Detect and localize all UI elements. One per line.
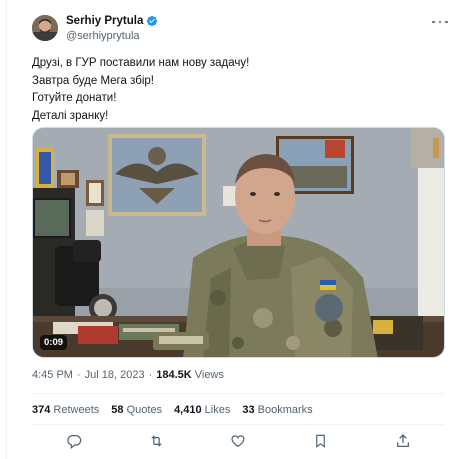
tweet-time[interactable]: 4:45 PM: [32, 369, 73, 381]
action-bar: [32, 430, 445, 452]
retweets-stat[interactable]: 374 Retweets: [32, 404, 99, 416]
tweet-line: Друзі, в ГУР поставили нам нову задачу!: [32, 57, 250, 69]
tweet-line: Готуйте донати!: [32, 92, 117, 104]
likes-label: Likes: [204, 404, 231, 416]
video-player[interactable]: 0:09: [32, 127, 445, 358]
reply-icon[interactable]: [65, 432, 83, 450]
bookmarks-label: Bookmarks: [257, 404, 313, 416]
author-handle[interactable]: @serhiyprytula: [66, 30, 140, 42]
tweet-text: Друзі, в ГУР поставили нам нову задачу! …: [32, 55, 442, 125]
bookmarks-stat[interactable]: 33 Bookmarks: [242, 404, 312, 416]
avatar[interactable]: [32, 15, 58, 41]
more-dot: [445, 20, 448, 24]
more-options-icon[interactable]: [432, 15, 448, 29]
share-icon[interactable]: [394, 432, 412, 450]
verified-badge-icon: [147, 15, 158, 27]
bookmark-icon[interactable]: [311, 432, 329, 450]
likes-stat[interactable]: 4,410 Likes: [174, 404, 230, 416]
video-frame: [33, 128, 444, 357]
bookmarks-count: 33: [242, 404, 255, 416]
likes-count: 4,410: [174, 404, 202, 416]
name-row: Serhiy Prytula: [66, 15, 158, 27]
video-duration: 0:09: [40, 335, 68, 350]
quotes-label: Quotes: [126, 404, 163, 416]
divider: [32, 393, 445, 394]
timeline-border: [6, 0, 7, 459]
divider: [32, 424, 445, 425]
more-dot: [438, 20, 442, 24]
tweet-line: Деталі зранку!: [32, 109, 109, 122]
tweet-line: Завтра буде Мега збір!: [32, 74, 154, 87]
retweet-icon[interactable]: [147, 432, 165, 450]
views-count: 184.5K: [156, 369, 192, 381]
meta-separator: ·: [148, 369, 153, 381]
engagement-stats: 374 Retweets 58 Quotes 4,410 Likes 33 Bo…: [32, 404, 325, 416]
more-dot: [432, 20, 435, 24]
meta-separator: ·: [76, 369, 81, 381]
tweet-header: Serhiy Prytula @serhiyprytula: [32, 15, 452, 43]
quotes-count: 58: [111, 404, 124, 416]
tweet-meta: 4:45 PM · Jul 18, 2023 · 184.5K Views: [32, 369, 224, 381]
like-icon[interactable]: [229, 432, 247, 450]
quotes-stat[interactable]: 58 Quotes: [111, 404, 162, 416]
retweets-label: Retweets: [53, 404, 100, 416]
display-name[interactable]: Serhiy Prytula: [66, 15, 143, 27]
views-label: Views: [194, 369, 224, 381]
tweet-date[interactable]: Jul 18, 2023: [85, 369, 145, 381]
retweets-count: 374: [32, 404, 51, 416]
